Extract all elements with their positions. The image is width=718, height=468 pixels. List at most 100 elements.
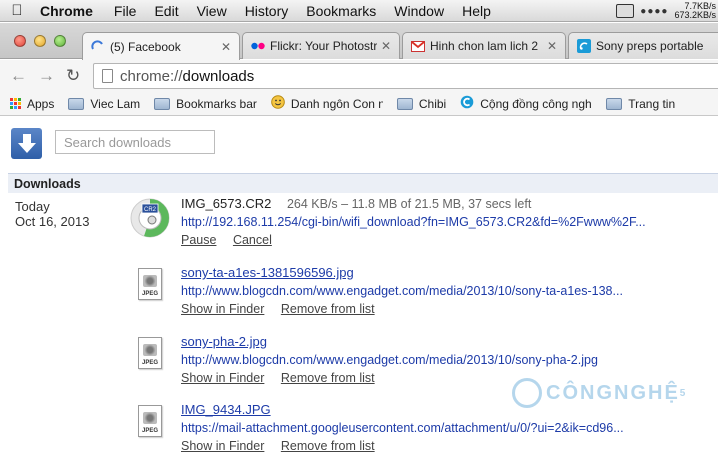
show-in-finder-button[interactable]: Show in Finder	[181, 439, 264, 453]
tab-label: Hinh chon lam lich 2	[430, 39, 539, 53]
menu-bar:  Chrome File Edit View History Bookmark…	[0, 0, 718, 22]
tab-strip: (5) Facebook ✕ Flickr: Your Photostr ✕ H…	[0, 23, 718, 60]
apps-grid-icon	[10, 97, 22, 110]
close-window-button[interactable]	[14, 35, 26, 47]
download-url[interactable]: http://www.blogcdn.com/www.engadget.com/…	[181, 351, 718, 369]
loading-spinner-icon	[91, 39, 105, 54]
date-group-date: Oct 16, 2013	[15, 214, 90, 229]
gmail-icon	[411, 39, 425, 53]
jpeg-file-icon: JPEG	[138, 405, 162, 437]
address-bar[interactable]: chrome://downloads	[93, 63, 718, 89]
show-in-finder-button[interactable]: Show in Finder	[181, 302, 264, 316]
download-info: sony-ta-a1es-1381596596.jpg http://www.b…	[181, 265, 718, 318]
page-icon	[102, 69, 113, 83]
watermark-superscript: 5	[679, 387, 688, 399]
network-speed[interactable]: 7.7KB/s 673.2KB/s	[674, 2, 716, 20]
date-group: Today Oct 16, 2013	[15, 199, 89, 229]
status-tray: ●●●● 7.7KB/s 673.2KB/s	[616, 0, 718, 21]
watermark-ring-icon	[512, 378, 542, 408]
bookmark-label: Chibi	[418, 96, 447, 111]
remove-from-list-button[interactable]: Remove from list	[281, 302, 375, 316]
tab-close-icon[interactable]: ✕	[543, 39, 557, 53]
download-url[interactable]: http://www.blogcdn.com/www.engadget.com/…	[181, 282, 718, 300]
tab-label: Flickr: Your Photostr	[270, 39, 377, 53]
download-url[interactable]: https://mail-attachment.googleuserconten…	[181, 419, 718, 437]
smiley-icon	[271, 95, 285, 112]
menu-file[interactable]: File	[105, 3, 146, 19]
url-host: downloads	[182, 67, 255, 85]
tab-engadget[interactable]: Sony preps portable	[568, 32, 718, 59]
download-status: 264 KB/s – 11.8 MB of 21.5 MB, 37 secs l…	[286, 197, 532, 211]
download-filename: IMG_6573.CR2	[181, 196, 272, 211]
remove-from-list-button[interactable]: Remove from list	[281, 371, 375, 385]
bookmarks-bar: Apps Viec Lam Bookmarks bar Danh ngôn Co…	[0, 92, 718, 116]
folder-icon	[396, 97, 413, 110]
tab-close-icon[interactable]: ✕	[217, 40, 231, 54]
tab-close-icon[interactable]: ✕	[377, 39, 391, 53]
file-type-badge: CR2	[144, 207, 157, 213]
site-c-icon	[460, 95, 474, 112]
date-group-day: Today	[15, 199, 50, 214]
menu-history[interactable]: History	[236, 3, 298, 19]
back-arrow-icon[interactable]: ←	[10, 66, 27, 86]
download-info: IMG_6573.CR2 264 KB/s – 11.8 MB of 21.5 …	[181, 196, 718, 249]
bookmark-trang-tin[interactable]: Trang tin	[606, 97, 675, 111]
minimize-window-button[interactable]	[34, 35, 46, 47]
flickr-icon	[251, 39, 265, 53]
menu-view[interactable]: View	[188, 3, 236, 19]
download-arrow-icon	[11, 128, 42, 159]
download-filename[interactable]: sony-pha-2.jpg	[181, 334, 718, 350]
search-downloads-input[interactable]	[55, 130, 215, 154]
watermark-logo: CÔNGNGHỆ 5	[512, 378, 687, 408]
forward-arrow-icon[interactable]: →	[38, 66, 55, 86]
tab-label: (5) Facebook	[110, 39, 181, 54]
download-info: IMG_9434.JPG https://mail-attachment.goo…	[181, 402, 718, 455]
remove-from-list-button[interactable]: Remove from list	[281, 439, 375, 453]
menu-edit[interactable]: Edit	[145, 3, 187, 19]
file-type-badge: JPEG	[141, 291, 158, 297]
jpeg-file-icon: JPEG	[138, 337, 162, 369]
watermark-text: CÔNGNGHỆ	[546, 381, 680, 404]
show-in-finder-button[interactable]: Show in Finder	[181, 371, 264, 385]
menu-help[interactable]: Help	[453, 3, 500, 19]
pause-button[interactable]: Pause	[181, 233, 216, 247]
address-url[interactable]: chrome://downloads	[120, 68, 254, 85]
bookmark-label: Danh ngôn Con người	[290, 96, 383, 111]
engadget-icon	[577, 39, 591, 53]
bookmark-danh-ngon[interactable]: Danh ngôn Con người	[271, 95, 383, 112]
screen-icon[interactable]	[616, 4, 635, 18]
zoom-window-button[interactable]	[54, 35, 66, 47]
menu-window[interactable]: Window	[385, 3, 453, 19]
section-title: Downloads	[8, 173, 718, 193]
file-type-badge: JPEG	[141, 360, 158, 366]
progress-ring-icon: CR2	[128, 196, 172, 243]
tray-dots-icon[interactable]: ●●●●	[640, 6, 668, 17]
folder-icon	[68, 97, 85, 110]
bookmark-cong-dong[interactable]: Cộng đồng công nghệ	[460, 95, 592, 112]
menu-bookmarks[interactable]: Bookmarks	[297, 3, 385, 19]
bookmark-apps[interactable]: Apps	[10, 97, 54, 111]
browser-toolbar: ← → ↻ chrome://downloads	[0, 60, 718, 92]
bookmark-viec-lam[interactable]: Viec Lam	[68, 97, 140, 111]
folder-icon	[606, 97, 623, 110]
menu-app-name[interactable]: Chrome	[34, 3, 105, 19]
bookmark-bookmarks-bar[interactable]: Bookmarks bar	[154, 97, 257, 111]
download-url[interactable]: http://192.168.11.254/cgi-bin/wifi_downl…	[181, 213, 718, 231]
tab-flickr[interactable]: Flickr: Your Photostr ✕	[242, 32, 400, 59]
bookmark-label: Apps	[27, 96, 55, 111]
tab-label: Sony preps portable	[596, 39, 704, 53]
download-filename[interactable]: sony-ta-a1es-1381596596.jpg	[181, 265, 718, 281]
bookmark-label: Viec Lam	[90, 96, 141, 111]
file-type-badge: JPEG	[141, 428, 158, 434]
network-download-speed: 673.2KB/s	[674, 10, 716, 20]
cancel-button[interactable]: Cancel	[233, 233, 272, 247]
bookmark-label: Trang tin	[628, 96, 676, 111]
tab-gmail[interactable]: Hinh chon lam lich 2 ✕	[402, 32, 566, 59]
bookmark-label: Bookmarks bar	[176, 96, 257, 111]
apple-menu-icon[interactable]: 	[0, 2, 34, 19]
tab-facebook[interactable]: (5) Facebook ✕	[82, 32, 240, 60]
folder-icon	[154, 97, 171, 110]
bookmark-chibi[interactable]: Chibi	[396, 96, 447, 111]
downloads-header	[0, 117, 718, 173]
reload-icon[interactable]: ↻	[66, 66, 80, 86]
